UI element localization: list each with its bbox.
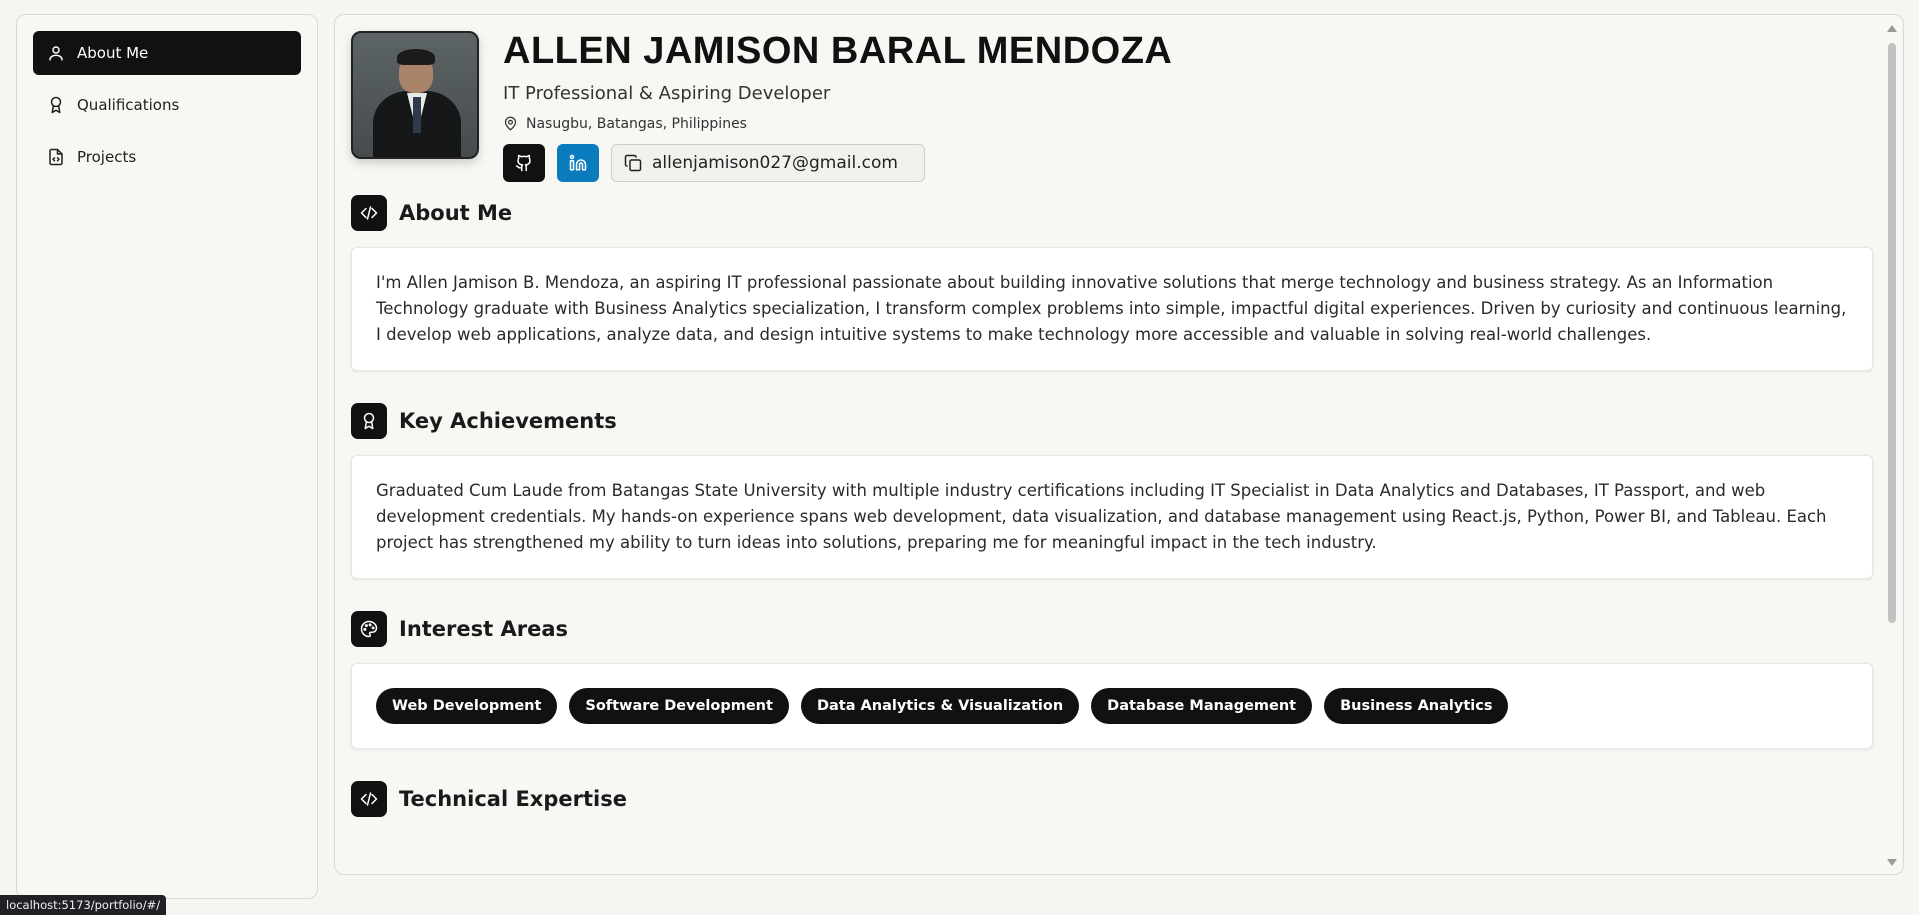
achievements-section: Key Achievements Graduated Cum Laude fro… bbox=[351, 403, 1873, 579]
about-card: I'm Allen Jamison B. Mendoza, an aspirin… bbox=[351, 247, 1873, 371]
interest-tags: Web Development Software Development Dat… bbox=[376, 688, 1848, 724]
content: ALLEN JAMISON BARAL MENDOZA IT Professio… bbox=[351, 30, 1873, 817]
profile-role: IT Professional & Aspiring Developer bbox=[503, 82, 831, 104]
sidebar: About Me Qualifications Projects bbox=[16, 14, 318, 899]
main-panel: ALLEN JAMISON BARAL MENDOZA IT Professio… bbox=[334, 14, 1904, 875]
user-icon bbox=[49, 46, 63, 61]
code-icon bbox=[351, 781, 387, 817]
interest-tag: Data Analytics & Visualization bbox=[800, 688, 1080, 724]
interest-tag: Business Analytics bbox=[1324, 688, 1509, 724]
sidebar-item-label: About Me bbox=[77, 44, 149, 62]
scroll-thumb[interactable] bbox=[1888, 43, 1896, 623]
status-bar-url: localhost:5173/portfolio/#/ bbox=[0, 895, 167, 915]
award-icon bbox=[50, 96, 62, 114]
interests-card: Web Development Software Development Dat… bbox=[351, 663, 1873, 749]
award-icon bbox=[351, 403, 387, 439]
section-title: Interest Areas bbox=[399, 617, 569, 641]
section-title: Key Achievements bbox=[399, 409, 617, 433]
section-header: About Me bbox=[351, 195, 1873, 231]
sidebar-item-qualifications[interactable]: Qualifications bbox=[33, 83, 301, 127]
linkedin-icon bbox=[569, 154, 587, 171]
sidebar-item-label: Qualifications bbox=[77, 96, 180, 114]
sidebar-item-about-me[interactable]: About Me bbox=[33, 31, 301, 75]
profile-header: ALLEN JAMISON BARAL MENDOZA IT Professio… bbox=[351, 30, 1873, 191]
interest-tag: Web Development bbox=[376, 688, 558, 724]
profile-photo bbox=[351, 31, 479, 159]
linkedin-button[interactable] bbox=[557, 143, 599, 182]
interest-tag: Database Management bbox=[1091, 688, 1313, 724]
scroll-up-arrow-icon[interactable] bbox=[1887, 25, 1897, 32]
github-icon bbox=[515, 154, 531, 172]
interest-tag: Software Development bbox=[569, 688, 789, 724]
scroll-down-arrow-icon[interactable] bbox=[1887, 859, 1897, 866]
about-text: I'm Allen Jamison B. Mendoza, an aspirin… bbox=[376, 273, 1847, 344]
copy-icon bbox=[624, 154, 642, 172]
palette-icon bbox=[351, 611, 387, 647]
github-button[interactable] bbox=[503, 143, 545, 182]
achievements-text: Graduated Cum Laude from Batangas State … bbox=[376, 481, 1827, 552]
code-icon bbox=[351, 195, 387, 231]
map-pin-icon bbox=[504, 116, 517, 131]
profile-info: ALLEN JAMISON BARAL MENDOZA IT Professio… bbox=[503, 30, 1173, 191]
file-code-icon bbox=[49, 148, 63, 166]
achievements-card: Graduated Cum Laude from Batangas State … bbox=[351, 455, 1873, 579]
location-text: Nasugbu, Batangas, Philippines bbox=[526, 115, 747, 132]
section-header: Technical Expertise bbox=[351, 781, 1873, 817]
section-title: Technical Expertise bbox=[399, 787, 627, 811]
sidebar-item-label: Projects bbox=[77, 148, 137, 166]
profile-actions: allenjamison027@gmail.com bbox=[503, 143, 1172, 182]
section-header: Key Achievements bbox=[351, 403, 1873, 439]
copy-email-button[interactable]: allenjamison027@gmail.com bbox=[611, 143, 925, 182]
sidebar-item-projects[interactable]: Projects bbox=[33, 135, 301, 179]
about-section: About Me I'm Allen Jamison B. Mendoza, a… bbox=[351, 195, 1873, 371]
interests-section: Interest Areas Web Development Software … bbox=[351, 611, 1873, 749]
profile-location: Nasugbu, Batangas, Philippines bbox=[503, 116, 1172, 132]
profile-name: ALLEN JAMISON BARAL MENDOZA bbox=[503, 30, 1173, 72]
scrollbar[interactable] bbox=[1885, 21, 1899, 870]
email-text: allenjamison027@gmail.com bbox=[652, 152, 898, 173]
section-header: Interest Areas bbox=[351, 611, 1873, 647]
section-title: About Me bbox=[399, 201, 513, 225]
technical-section: Technical Expertise bbox=[351, 781, 1873, 817]
